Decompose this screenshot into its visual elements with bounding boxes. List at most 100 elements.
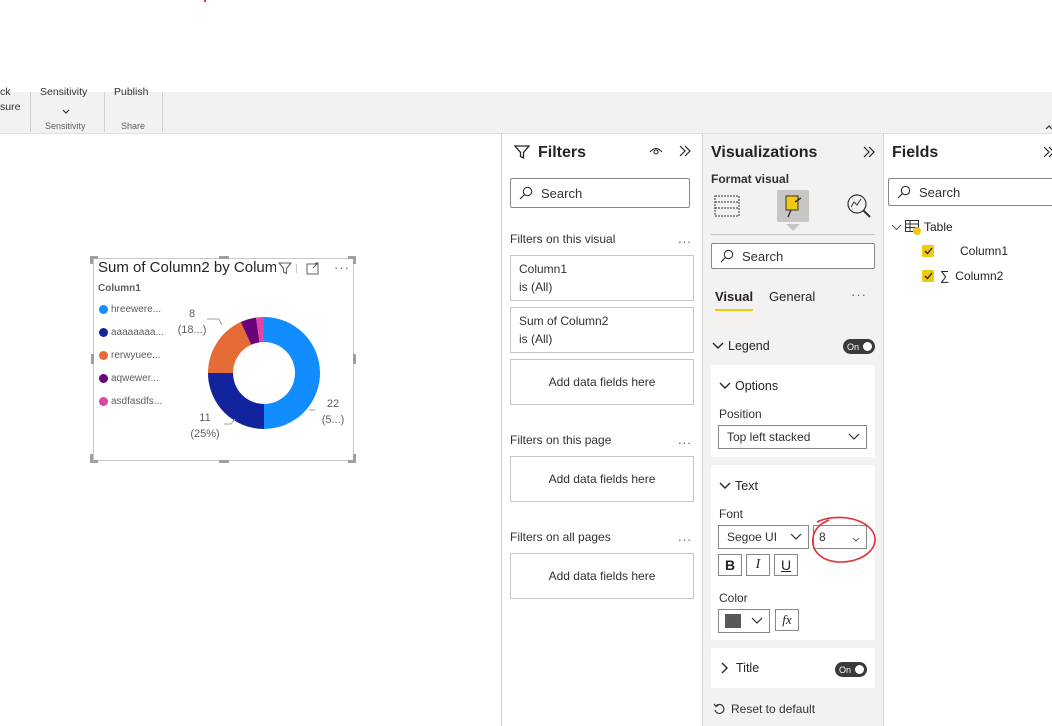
options-card: Options Position Top left stacked: [711, 365, 875, 457]
position-dropdown[interactable]: Top left stacked: [718, 425, 867, 449]
chevron-right-icon: [721, 662, 728, 674]
leader-lines: [207, 318, 315, 425]
tab-pointer: [786, 224, 800, 231]
reset-to-default-button[interactable]: Reset to default: [713, 702, 815, 716]
checkbox-checked[interactable]: [922, 269, 934, 282]
donut-chart-visual[interactable]: Sum of Column2 by Column1 ··· Column1 hr…: [90, 256, 356, 463]
filter-card-state: is (All): [519, 332, 553, 346]
reset-label: Reset to default: [731, 702, 816, 716]
table-icon: [905, 220, 921, 235]
resize-handle[interactable]: [353, 256, 356, 264]
app-window: ck sure Sensitivity Sensitivity Publish …: [0, 0, 1052, 726]
italic-button[interactable]: I: [746, 554, 770, 576]
underline-button[interactable]: U: [774, 554, 798, 576]
publish-button[interactable]: Publish: [114, 86, 148, 98]
color-label: Color: [719, 591, 748, 605]
filter-card-sum-column2[interactable]: Sum of Column2 is (All): [510, 307, 694, 353]
ribbon-cut-label-bottom[interactable]: sure: [0, 101, 20, 113]
more-options-icon[interactable]: ...: [678, 231, 692, 246]
fields-search-input[interactable]: Search: [888, 178, 1052, 206]
sigma-icon: ∑: [940, 268, 950, 283]
resize-handle[interactable]: [90, 454, 93, 462]
bold-button[interactable]: B: [718, 554, 742, 576]
fields-pane: Fields Search Table Column1 ∑ Column2: [884, 134, 1052, 726]
chevron-up-icon[interactable]: [1045, 117, 1052, 135]
tab-visual[interactable]: Visual: [715, 289, 753, 304]
resize-handle[interactable]: [353, 454, 356, 462]
filters-on-visual-label: Filters on this visual: [510, 232, 616, 246]
add-data-fields-visual[interactable]: Add data fields here: [510, 359, 694, 405]
resize-handle[interactable]: [219, 256, 229, 259]
filter-card-column1[interactable]: Column1 is (All): [510, 255, 694, 301]
ribbon-separator: [104, 92, 105, 132]
eye-icon[interactable]: [649, 144, 663, 162]
visualizations-title: Visualizations: [711, 144, 818, 161]
collapse-pane-icon[interactable]: [678, 144, 692, 163]
tab-general[interactable]: General: [769, 289, 815, 304]
toggle-label: On: [847, 341, 860, 352]
more-options-icon[interactable]: ···: [851, 287, 867, 302]
ribbon-separator: [162, 92, 163, 132]
format-visual-label: Format visual: [711, 172, 790, 186]
add-data-fields-all[interactable]: Add data fields here: [510, 553, 694, 599]
title-section-label: Title: [736, 661, 760, 675]
toggle-knob: [855, 665, 864, 674]
text-section-toggle[interactable]: Text: [719, 479, 758, 493]
collapse-pane-icon[interactable]: [1042, 145, 1052, 164]
conditional-format-button[interactable]: fx: [775, 609, 799, 631]
search-icon: [720, 249, 734, 263]
collapse-pane-icon[interactable]: [862, 145, 876, 164]
build-visual-icon[interactable]: [714, 194, 740, 223]
options-section-toggle[interactable]: Options: [719, 379, 778, 393]
resize-handle[interactable]: [91, 354, 94, 364]
more-options-icon[interactable]: ...: [678, 432, 692, 447]
font-family-dropdown[interactable]: Segoe UI: [718, 525, 809, 549]
add-data-fields-page[interactable]: Add data fields here: [510, 456, 694, 502]
sensitivity-group-label: Sensitivity: [45, 121, 86, 131]
resize-handle[interactable]: [219, 460, 229, 463]
text-label: Text: [735, 479, 758, 493]
filters-search-input[interactable]: Search: [510, 178, 690, 208]
ribbon-separator: [30, 92, 31, 132]
annotation-circle: [812, 516, 876, 563]
chevron-down-icon[interactable]: [62, 102, 70, 120]
sensitivity-button[interactable]: Sensitivity: [40, 86, 87, 98]
checkbox-checked[interactable]: [922, 245, 934, 257]
filters-title: Filters: [538, 144, 587, 161]
share-group-label: Share: [121, 121, 146, 131]
table-name: Table: [924, 220, 953, 234]
more-options-icon[interactable]: ...: [678, 529, 692, 544]
legend-section-toggle[interactable]: Legend: [712, 339, 770, 353]
search-placeholder: Search: [919, 184, 961, 200]
reset-icon: [713, 703, 725, 714]
field-name: Column2: [955, 268, 1004, 283]
legend-section-label: Legend: [728, 339, 770, 353]
chevron-down-icon: [848, 433, 860, 440]
title-section-toggle[interactable]: Title: [721, 661, 759, 675]
field-column2[interactable]: ∑ Column2: [922, 268, 1003, 283]
ribbon-cut-label-top[interactable]: ck: [0, 86, 11, 98]
font-color-picker[interactable]: [718, 609, 770, 633]
position-label: Position: [719, 407, 762, 421]
field-column1[interactable]: Column1: [922, 244, 1008, 258]
table-node[interactable]: Table: [891, 220, 953, 235]
viz-search-input[interactable]: Search: [711, 243, 875, 269]
resize-handle[interactable]: [353, 354, 356, 364]
filters-on-page-label: Filters on this page: [510, 433, 612, 447]
search-placeholder: Search: [541, 185, 583, 201]
filter-icon: [513, 144, 531, 165]
title-toggle[interactable]: On: [835, 662, 867, 677]
ribbon: ck sure Sensitivity Sensitivity Publish …: [0, 86, 1052, 135]
chevron-down-icon: [891, 224, 902, 230]
analytics-icon[interactable]: [846, 193, 872, 224]
chevron-down-icon: [790, 533, 802, 540]
fields-title: Fields: [892, 144, 939, 161]
legend-toggle[interactable]: On: [843, 339, 875, 354]
chevron-down-icon: [712, 342, 724, 349]
chevron-down-icon: [719, 382, 731, 389]
title-card: Title On: [711, 648, 875, 688]
filters-on-all-pages-label: Filters on all pages: [510, 530, 611, 544]
format-visual-tab[interactable]: [777, 190, 809, 222]
filters-pane: Filters Search Filters on this visual ..…: [502, 134, 702, 726]
resize-handle[interactable]: [90, 256, 93, 264]
